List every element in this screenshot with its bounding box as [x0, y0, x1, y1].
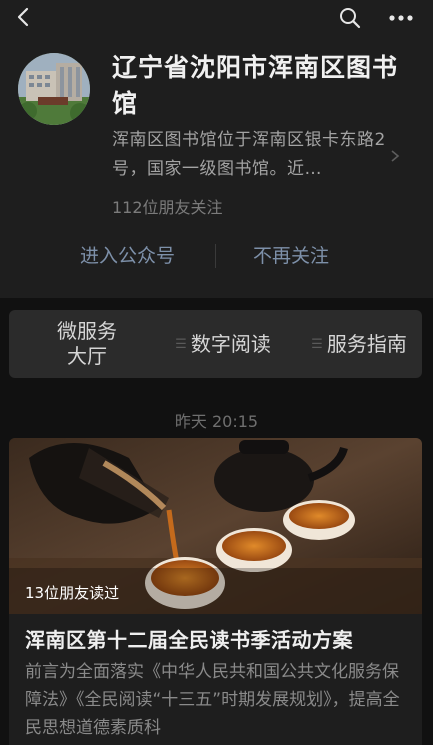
menu-item-service-guide[interactable]: ☰ 服务指南 — [297, 310, 421, 378]
more-horizontal-icon[interactable] — [388, 6, 414, 30]
menu-list-icon: ☰ — [311, 336, 323, 352]
menu-item-micro-service-hall[interactable]: 微服务大厅 — [27, 310, 147, 378]
menu-item-label: 微服务大厅 — [57, 319, 117, 368]
unfollow-button[interactable]: 不再关注 — [216, 236, 366, 276]
message-timestamp: 昨天 20:15 — [174, 412, 259, 431]
menu-item-digital-reading[interactable]: ☰ 数字阅读 — [159, 310, 287, 378]
account-menu-bar: 微服务大厅 ☰ 数字阅读 ☰ 服务指南 — [9, 310, 422, 378]
chevron-left-icon[interactable] — [14, 6, 34, 28]
menu-list-icon: ☰ — [175, 336, 187, 352]
article-summary: 前言为全面落实《中华人民共和国公共文化服务保障法》《全民阅读“十三五”时期发展规… — [25, 662, 400, 738]
article-title[interactable]: 浑南区第十二届全民读书季活动方案 — [25, 624, 420, 653]
menu-item-label: 数字阅读 — [190, 331, 271, 356]
menu-item-label: 服务指南 — [326, 331, 407, 356]
library-building-avatar — [18, 53, 90, 125]
chevron-right-icon[interactable] — [390, 149, 400, 163]
top-navigation-bar — [0, 0, 433, 36]
search-icon[interactable] — [338, 6, 362, 30]
friends-read-count: 13位朋友读过 — [25, 584, 120, 602]
enter-account-button[interactable]: 进入公众号 — [40, 236, 215, 276]
account-description[interactable]: 浑南区图书馆位于浑南区银卡东路2号，国家一级图书馆。近… — [112, 126, 390, 184]
followers-count: 112位朋友关注 — [112, 198, 223, 217]
account-profile-card: 辽宁省沈阳市浑南区图书馆 浑南区图书馆位于浑南区银卡东路2号，国家一级图书馆。近… — [0, 36, 433, 298]
account-name: 辽宁省沈阳市浑南区图书馆 — [112, 53, 399, 118]
article-card[interactable]: 13位朋友读过 浑南区第十二届全民读书季活动方案 前言为全面落实《中华人民共和国… — [9, 438, 422, 745]
account-avatar[interactable] — [18, 53, 90, 125]
